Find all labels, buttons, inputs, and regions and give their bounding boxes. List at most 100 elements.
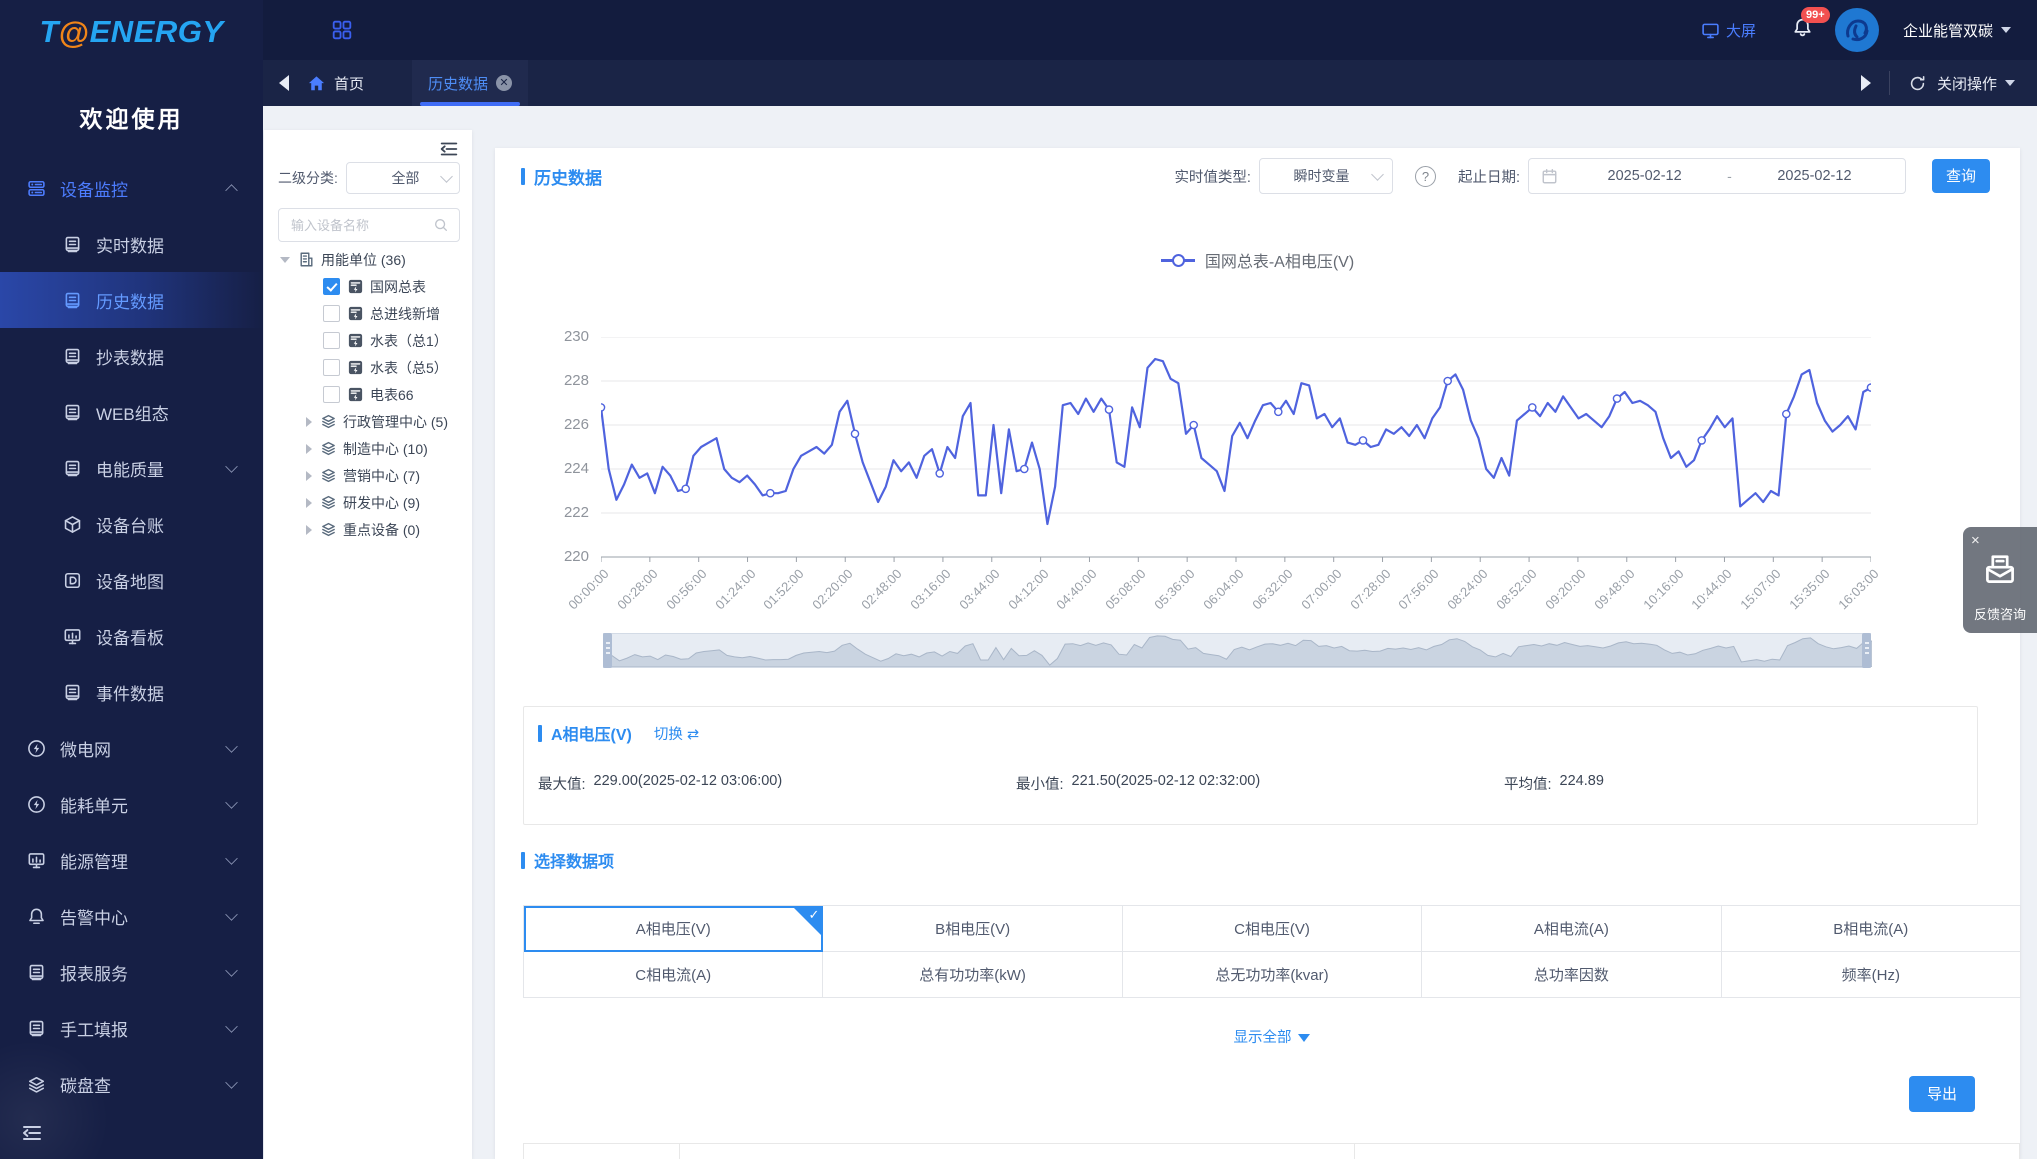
meter-icon xyxy=(347,305,364,322)
data-item-5[interactable]: B相电流(A) xyxy=(1722,906,2021,952)
data-item-7[interactable]: 总有功功率(kW) xyxy=(823,952,1122,998)
chevron-down-icon xyxy=(1371,168,1384,181)
user-avatar[interactable] xyxy=(1835,8,1879,52)
help-icon[interactable]: ? xyxy=(1415,166,1436,187)
sidebar-item-4[interactable]: 抄表数据 xyxy=(0,328,263,384)
datazoom-left-handle[interactable] xyxy=(603,633,612,668)
tab-home[interactable]: 首页 xyxy=(307,73,364,94)
active-tab-underline xyxy=(420,102,520,106)
tree-node-group[interactable]: 行政管理中心 (5) xyxy=(264,408,472,435)
sidebar-item-label: 设备地图 xyxy=(96,568,164,593)
date-start-value[interactable]: 2025-02-12 xyxy=(1566,168,1723,184)
tree-collapse-caret-icon[interactable] xyxy=(306,471,312,481)
feedback-widget[interactable]: × 反馈咨询 xyxy=(1963,527,2037,633)
sidebar-item-5[interactable]: WEB组态 xyxy=(0,384,263,440)
tree-node-device[interactable]: 总进线新增 xyxy=(264,300,472,327)
device-checkbox[interactable] xyxy=(323,278,340,295)
tree-node-label: 重点设备 (0) xyxy=(343,520,420,540)
y-axis-tick-label: 230 xyxy=(529,328,589,345)
data-item-10[interactable]: 频率(Hz) xyxy=(1722,952,2021,998)
data-item-9[interactable]: 总功率因数 xyxy=(1422,952,1721,998)
sidebar-item-16[interactable]: 手工填报 xyxy=(0,1000,263,1056)
x-axis-tick-label: 15:07:00 xyxy=(1738,566,1784,612)
device-checkbox[interactable] xyxy=(323,386,340,403)
device-ledger-icon xyxy=(62,514,82,534)
date-range-picker[interactable]: 2025-02-12 - 2025-02-12 xyxy=(1528,158,1906,194)
switch-metric-link[interactable]: 切换 ⇄ xyxy=(654,723,699,744)
apps-grid-icon[interactable] xyxy=(331,19,353,41)
tree-node-group[interactable]: 研发中心 (9) xyxy=(264,489,472,516)
device-checkbox[interactable] xyxy=(323,305,340,322)
tree-collapse-icon[interactable] xyxy=(438,138,460,160)
tab-history-data[interactable]: 历史数据 ✕ xyxy=(412,60,528,106)
tree-node-group[interactable]: 制造中心 (10) xyxy=(264,435,472,462)
tree-collapse-caret-icon[interactable] xyxy=(306,417,312,427)
data-item-3[interactable]: C相电压(V) xyxy=(1123,906,1422,952)
sidebar-item-label: 微电网 xyxy=(60,736,111,761)
date-end-value[interactable]: 2025-02-12 xyxy=(1736,168,1893,184)
sidebar-item-13[interactable]: 能源管理 xyxy=(0,832,263,888)
chevron-down-icon xyxy=(225,964,237,976)
sidebar-collapse-icon[interactable] xyxy=(20,1121,44,1145)
sidebar-item-7[interactable]: 设备台账 xyxy=(0,496,263,552)
close-operations-dropdown[interactable]: 关闭操作 xyxy=(1937,73,2015,94)
export-button[interactable]: 导出 xyxy=(1909,1076,1975,1112)
tree-node-device[interactable]: 国网总表 xyxy=(264,273,472,300)
tree-expand-caret-icon[interactable] xyxy=(280,257,290,263)
sidebar-item-10[interactable]: 事件数据 xyxy=(0,664,263,720)
sidebar-item-12[interactable]: 能耗单元 xyxy=(0,776,263,832)
device-checkbox[interactable] xyxy=(323,332,340,349)
sidebar-item-1[interactable]: 设备监控 xyxy=(0,160,263,216)
query-button[interactable]: 查询 xyxy=(1932,159,1990,193)
tree-node-device[interactable]: 水表（总5） xyxy=(264,354,472,381)
sidebar-item-label: 电能质量 xyxy=(96,456,164,481)
chart-datazoom-slider[interactable] xyxy=(603,633,1871,668)
sidebar-item-11[interactable]: 微电网 xyxy=(0,720,263,776)
sidebar-item-6[interactable]: 电能质量 xyxy=(0,440,263,496)
data-item-1[interactable]: A相电压(V)✓ xyxy=(524,906,823,952)
data-item-label: 总有功功率(kW) xyxy=(919,964,1026,985)
tree-collapse-caret-icon[interactable] xyxy=(306,498,312,508)
device-search-input[interactable] xyxy=(289,217,433,234)
chart-plot-area[interactable] xyxy=(601,337,1871,563)
data-item-6[interactable]: C相电流(A) xyxy=(524,952,823,998)
show-all-link[interactable]: 显示全部 xyxy=(523,1026,2020,1047)
tree-node-root[interactable]: 用能单位 (36) xyxy=(264,246,472,273)
tree-node-device[interactable]: 电表66 xyxy=(264,381,472,408)
datazoom-right-handle[interactable] xyxy=(1862,633,1871,668)
data-item-4[interactable]: A相电流(A) xyxy=(1422,906,1721,952)
x-axis-tick-label: 10:16:00 xyxy=(1640,566,1686,612)
sidebar-item-label: WEB组态 xyxy=(96,400,169,425)
tree-node-label: 制造中心 (10) xyxy=(343,439,428,459)
org-selector[interactable]: 企业能管双碳 xyxy=(1903,20,2011,41)
device-checkbox[interactable] xyxy=(323,359,340,376)
meter-reading-icon xyxy=(62,346,82,366)
tree-node-group[interactable]: 营销中心 (7) xyxy=(264,462,472,489)
big-screen-button[interactable]: 大屏 xyxy=(1701,20,1756,41)
tree-node-device[interactable]: 水表（总1） xyxy=(264,327,472,354)
chevron-down-icon xyxy=(225,460,237,472)
sidebar-item-9[interactable]: 设备看板 xyxy=(0,608,263,664)
feedback-close-icon[interactable]: × xyxy=(1971,533,1980,548)
data-item-8[interactable]: 总无功功率(kvar) xyxy=(1123,952,1422,998)
tree-collapse-caret-icon[interactable] xyxy=(306,444,312,454)
data-item-2[interactable]: B相电压(V) xyxy=(823,906,1122,952)
sidebar-item-2[interactable]: 实时数据 xyxy=(0,216,263,272)
tree-node-group[interactable]: 重点设备 (0) xyxy=(264,516,472,543)
sidebar-item-17[interactable]: 碳盘查 xyxy=(0,1056,263,1112)
sidebar-item-15[interactable]: 报表服务 xyxy=(0,944,263,1000)
tabs-scroll-right-icon[interactable] xyxy=(1861,75,1871,91)
notification-bell[interactable]: 99+ xyxy=(1792,17,1813,43)
sidebar-item-3[interactable]: 历史数据 xyxy=(0,272,263,328)
x-axis-tick-label: 15:35:00 xyxy=(1786,566,1832,612)
sidebar-item-8[interactable]: 设备地图 xyxy=(0,552,263,608)
device-search-box[interactable] xyxy=(278,208,460,242)
tree-collapse-caret-icon[interactable] xyxy=(306,525,312,535)
category-select[interactable]: 全部 xyxy=(346,162,460,194)
tab-close-icon[interactable]: ✕ xyxy=(496,75,512,91)
refresh-icon[interactable] xyxy=(1908,74,1927,93)
chart-legend[interactable]: 国网总表-A相电压(V) xyxy=(495,248,2020,272)
sidebar-item-14[interactable]: 告警中心 xyxy=(0,888,263,944)
value-type-select[interactable]: 瞬时变量 xyxy=(1259,158,1393,194)
tabs-scroll-left-icon[interactable] xyxy=(279,75,289,91)
